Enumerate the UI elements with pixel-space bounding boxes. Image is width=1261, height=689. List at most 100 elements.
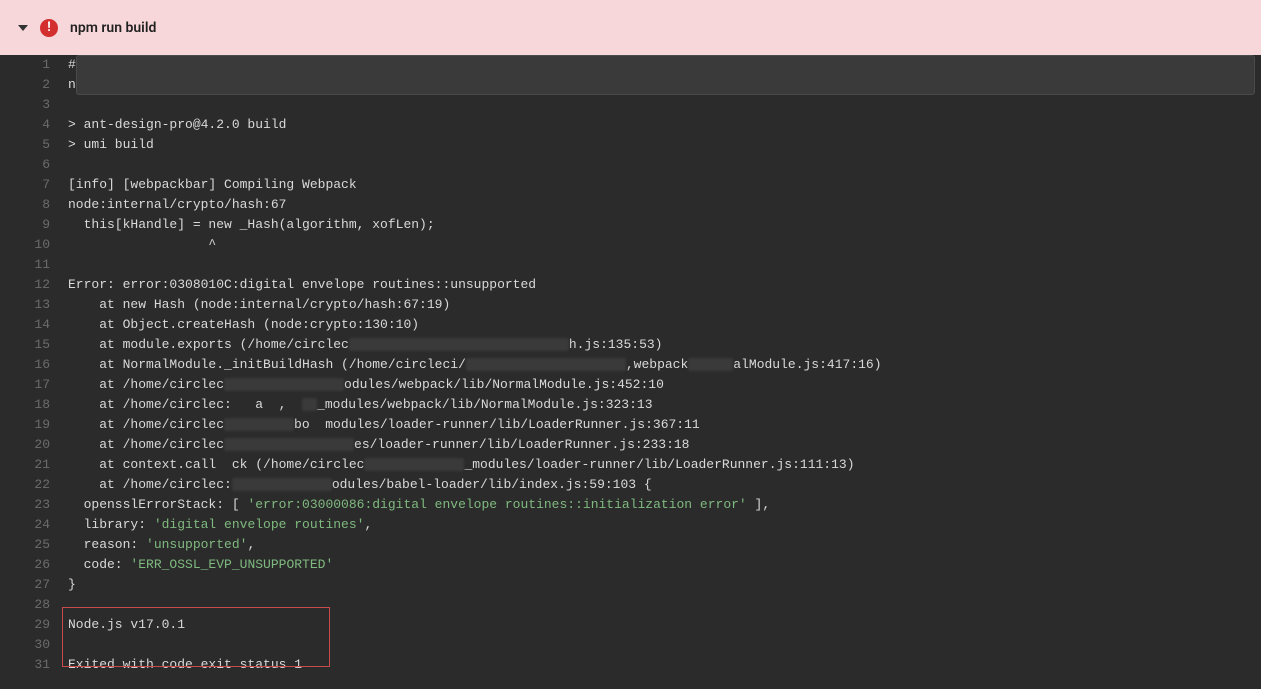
redacted-smudge	[349, 338, 569, 351]
line-content	[62, 155, 1261, 175]
terminal-line: 26 code: 'ERR_OSSL_EVP_UNSUPPORTED'	[0, 555, 1261, 575]
line-number: 21	[0, 455, 62, 475]
line-content: npm run build	[62, 75, 1261, 95]
line-number: 2	[0, 75, 62, 95]
line-content: code: 'ERR_OSSL_EVP_UNSUPPORTED'	[62, 555, 1261, 575]
redacted-smudge	[364, 458, 464, 471]
line-number: 27	[0, 575, 62, 595]
terminal-line: 19 at /home/circlecbo modules/loader-run…	[0, 415, 1261, 435]
redacted-smudge	[302, 398, 317, 411]
terminal-line: 15 at module.exports (/home/circlech.js:…	[0, 335, 1261, 355]
terminal-line: 11	[0, 255, 1261, 275]
terminal-line: 21 at context.call ck (/home/circlec_mod…	[0, 455, 1261, 475]
collapse-icon[interactable]	[18, 25, 28, 31]
terminal-line: 13 at new Hash (node:internal/crypto/has…	[0, 295, 1261, 315]
line-content: at /home/circlec:odules/babel-loader/lib…	[62, 475, 1261, 495]
terminal-line: 1#!/bin/bash -eo pipefail	[0, 55, 1261, 75]
terminal-line: 8node:internal/crypto/hash:67	[0, 195, 1261, 215]
terminal-line: 7[info] [webpackbar] Compiling Webpack	[0, 175, 1261, 195]
line-content: > umi build	[62, 135, 1261, 155]
line-content: at module.exports (/home/circlech.js:135…	[62, 335, 1261, 355]
line-number: 1	[0, 55, 62, 75]
line-content: library: 'digital envelope routines',	[62, 515, 1261, 535]
line-number: 19	[0, 415, 62, 435]
terminal-output: 1#!/bin/bash -eo pipefail2npm run build3…	[0, 55, 1261, 675]
line-number: 23	[0, 495, 62, 515]
line-content	[62, 255, 1261, 275]
line-content: > ant-design-pro@4.2.0 build	[62, 115, 1261, 135]
terminal-line: 2npm run build	[0, 75, 1261, 95]
line-number: 20	[0, 435, 62, 455]
terminal-line: 23 opensslErrorStack: [ 'error:03000086:…	[0, 495, 1261, 515]
line-content: }	[62, 575, 1261, 595]
line-content	[62, 595, 1261, 615]
terminal-line: 30	[0, 635, 1261, 655]
step-title: npm run build	[70, 20, 156, 36]
line-number: 28	[0, 595, 62, 615]
line-content: Node.js v17.0.1	[62, 615, 1261, 635]
line-number: 31	[0, 655, 62, 675]
line-number: 14	[0, 315, 62, 335]
line-number: 18	[0, 395, 62, 415]
terminal-line: 12Error: error:0308010C:digital envelope…	[0, 275, 1261, 295]
terminal-line: 17 at /home/circlecodules/webpack/lib/No…	[0, 375, 1261, 395]
line-content: at /home/circlecbo modules/loader-runner…	[62, 415, 1261, 435]
terminal-line: 5> umi build	[0, 135, 1261, 155]
terminal-line: 18 at /home/circlec: a , _modules/webpac…	[0, 395, 1261, 415]
terminal-line: 20 at /home/circleces/loader-runner/lib/…	[0, 435, 1261, 455]
line-content: [info] [webpackbar] Compiling Webpack	[62, 175, 1261, 195]
line-content: at Object.createHash (node:crypto:130:10…	[62, 315, 1261, 335]
line-number: 10	[0, 235, 62, 255]
line-number: 5	[0, 135, 62, 155]
line-number: 12	[0, 275, 62, 295]
line-number: 30	[0, 635, 62, 655]
line-number: 4	[0, 115, 62, 135]
line-content: at context.call ck (/home/circlec_module…	[62, 455, 1261, 475]
line-content: at /home/circleces/loader-runner/lib/Loa…	[62, 435, 1261, 455]
line-number: 29	[0, 615, 62, 635]
line-number: 11	[0, 255, 62, 275]
redacted-smudge	[224, 418, 294, 431]
line-content: at /home/circlecodules/webpack/lib/Norma…	[62, 375, 1261, 395]
line-content: #!/bin/bash -eo pipefail	[62, 55, 1261, 75]
line-number: 17	[0, 375, 62, 395]
line-content: this[kHandle] = new _Hash(algorithm, xof…	[62, 215, 1261, 235]
terminal-line: 6	[0, 155, 1261, 175]
line-number: 13	[0, 295, 62, 315]
terminal-line: 24 library: 'digital envelope routines',	[0, 515, 1261, 535]
terminal-line: 10 ^	[0, 235, 1261, 255]
line-content: node:internal/crypto/hash:67	[62, 195, 1261, 215]
line-content: opensslErrorStack: [ 'error:03000086:dig…	[62, 495, 1261, 515]
line-number: 9	[0, 215, 62, 235]
line-content: at /home/circlec: a , _modules/webpack/l…	[62, 395, 1261, 415]
redacted-smudge	[224, 378, 344, 391]
terminal-line: 16 at NormalModule._initBuildHash (/home…	[0, 355, 1261, 375]
line-content: Error: error:0308010C:digital envelope r…	[62, 275, 1261, 295]
terminal-line: 4> ant-design-pro@4.2.0 build	[0, 115, 1261, 135]
terminal-line: 14 at Object.createHash (node:crypto:130…	[0, 315, 1261, 335]
line-content: ^	[62, 235, 1261, 255]
line-content	[62, 635, 1261, 655]
line-content: at new Hash (node:internal/crypto/hash:6…	[62, 295, 1261, 315]
line-number: 8	[0, 195, 62, 215]
line-content: at NormalModule._initBuildHash (/home/ci…	[62, 355, 1261, 375]
terminal-line: 28	[0, 595, 1261, 615]
line-number: 3	[0, 95, 62, 115]
error-icon: !	[40, 19, 58, 37]
redacted-smudge	[232, 478, 332, 491]
line-number: 25	[0, 535, 62, 555]
line-number: 22	[0, 475, 62, 495]
redacted-smudge	[688, 358, 733, 371]
terminal-line: 27}	[0, 575, 1261, 595]
line-number: 15	[0, 335, 62, 355]
line-content: reason: 'unsupported',	[62, 535, 1261, 555]
line-content: Exited with code exit status 1	[62, 655, 1261, 675]
line-number: 6	[0, 155, 62, 175]
build-step-header[interactable]: ! npm run build	[0, 0, 1261, 55]
line-number: 16	[0, 355, 62, 375]
terminal-line: 29Node.js v17.0.1	[0, 615, 1261, 635]
line-number: 7	[0, 175, 62, 195]
terminal-line: 22 at /home/circlec:odules/babel-loader/…	[0, 475, 1261, 495]
redacted-smudge	[224, 438, 354, 451]
line-number: 26	[0, 555, 62, 575]
